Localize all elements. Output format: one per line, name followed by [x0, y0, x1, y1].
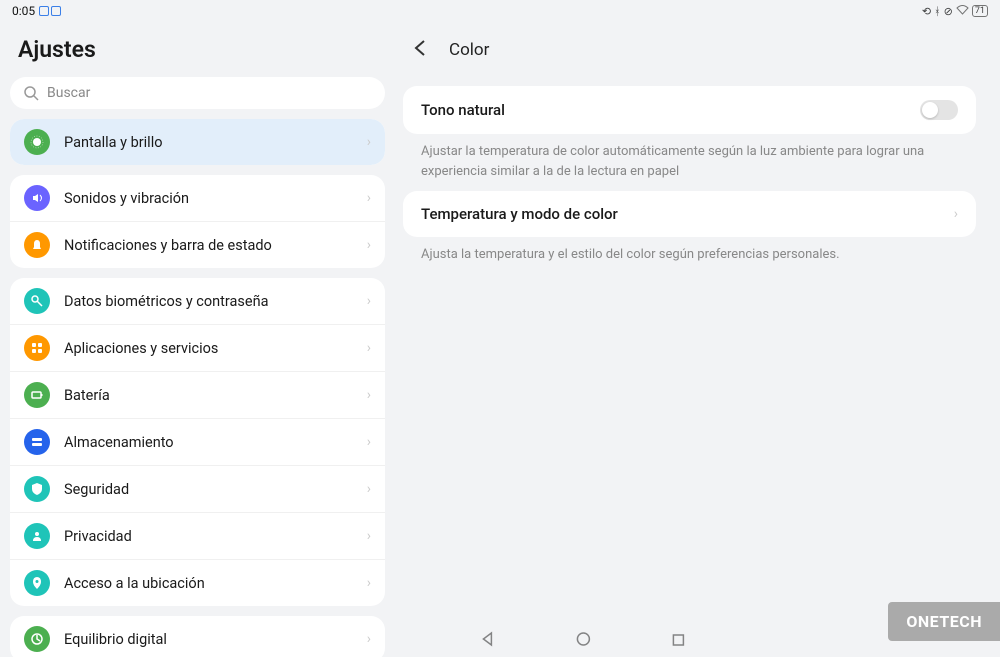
battery-indicator: 71: [972, 5, 988, 17]
sidebar-item-label: Batería: [64, 387, 367, 404]
location-icon: [24, 570, 50, 596]
color-mode-label: Temperatura y modo de color: [421, 205, 618, 223]
natural-tone-description: Ajustar la temperatura de color automáti…: [403, 142, 976, 191]
sidebar-item-apps[interactable]: Aplicaciones y servicios ›: [10, 325, 385, 372]
sidebar-item-sound[interactable]: Sonidos y vibración ›: [10, 175, 385, 222]
chevron-right-icon: ›: [367, 340, 371, 356]
sidebar-item-label: Acceso a la ubicación: [64, 575, 367, 592]
sound-icon: [24, 185, 50, 211]
bluetooth-icon: ᚼ: [934, 5, 941, 18]
chevron-right-icon: ›: [954, 206, 958, 222]
sidebar-item-label: Sonidos y vibración: [64, 190, 367, 207]
bell-icon: [24, 232, 50, 258]
sidebar-item-label: Notificaciones y barra de estado: [64, 237, 367, 254]
display-icon: [24, 129, 50, 155]
sidebar-item-label: Almacenamiento: [64, 434, 367, 451]
nav-home-button[interactable]: [575, 631, 591, 651]
sidebar-item-digital-balance[interactable]: Equilibrio digital ›: [10, 616, 385, 657]
clock-time: 0:05: [12, 4, 35, 18]
search-placeholder: Buscar: [47, 85, 90, 101]
chevron-right-icon: ›: [367, 528, 371, 544]
color-mode-card[interactable]: Temperatura y modo de color ›: [403, 191, 976, 237]
chevron-right-icon: ›: [367, 293, 371, 309]
chevron-right-icon: ›: [367, 237, 371, 253]
sidebar-item-label: Privacidad: [64, 528, 367, 545]
sidebar-item-notifications[interactable]: Notificaciones y barra de estado ›: [10, 222, 385, 268]
chevron-right-icon: ›: [367, 190, 371, 206]
search-input[interactable]: Buscar: [10, 77, 385, 109]
color-mode-description: Ajusta la temperatura y el estilo del co…: [403, 245, 976, 275]
natural-tone-label: Tono natural: [421, 101, 505, 119]
link-icon: ⟲: [922, 5, 931, 18]
sidebar-item-security[interactable]: Seguridad ›: [10, 466, 385, 513]
privacy-icon: [24, 523, 50, 549]
chevron-right-icon: ›: [367, 575, 371, 591]
natural-tone-toggle[interactable]: [920, 100, 958, 120]
sidebar-item-privacy[interactable]: Privacidad ›: [10, 513, 385, 560]
sidebar-item-storage[interactable]: Almacenamiento ›: [10, 419, 385, 466]
chevron-right-icon: ›: [367, 387, 371, 403]
search-icon: [24, 86, 39, 101]
chevron-right-icon: ›: [367, 434, 371, 450]
status-bar: 0:05 ⟲ ᚼ ⊘ 71: [0, 0, 1000, 22]
shield-icon: [24, 476, 50, 502]
back-button[interactable]: [411, 38, 431, 62]
settings-sidebar: Ajustes Buscar Pantalla y brillo › Sonid…: [0, 22, 395, 657]
sidebar-item-label: Seguridad: [64, 481, 367, 498]
key-icon: [24, 288, 50, 314]
sidebar-item-label: Datos biométricos y contraseña: [64, 293, 367, 310]
storage-icon: [24, 429, 50, 455]
detail-title: Color: [449, 40, 489, 60]
sidebar-item-biometrics[interactable]: Datos biométricos y contraseña ›: [10, 278, 385, 325]
recent-apps-indicator: [39, 6, 61, 16]
nav-recent-button[interactable]: [671, 632, 685, 651]
wifi-icon: [956, 5, 969, 18]
chevron-right-icon: ›: [367, 481, 371, 497]
watermark: ONETECH: [888, 602, 1000, 641]
status-icons: ⟲ ᚼ ⊘ 71: [922, 5, 988, 18]
sidebar-item-battery[interactable]: Batería ›: [10, 372, 385, 419]
natural-tone-card: Tono natural: [403, 86, 976, 134]
navigation-bar: [479, 631, 685, 651]
sidebar-item-display[interactable]: Pantalla y brillo ›: [10, 119, 385, 165]
sidebar-title: Ajustes: [10, 30, 385, 77]
chevron-right-icon: ›: [367, 134, 371, 150]
mute-icon: ⊘: [944, 5, 953, 18]
battery-icon: [24, 382, 50, 408]
apps-icon: [24, 335, 50, 361]
sidebar-item-location[interactable]: Acceso a la ubicación ›: [10, 560, 385, 606]
nav-back-button[interactable]: [479, 631, 495, 651]
sidebar-item-label: Pantalla y brillo: [64, 134, 367, 151]
balance-icon: [24, 626, 50, 652]
detail-panel: Color Tono natural Ajustar la temperatur…: [395, 22, 1000, 657]
sidebar-item-label: Aplicaciones y servicios: [64, 340, 367, 357]
sidebar-item-label: Equilibrio digital: [64, 631, 367, 648]
chevron-right-icon: ›: [367, 631, 371, 647]
